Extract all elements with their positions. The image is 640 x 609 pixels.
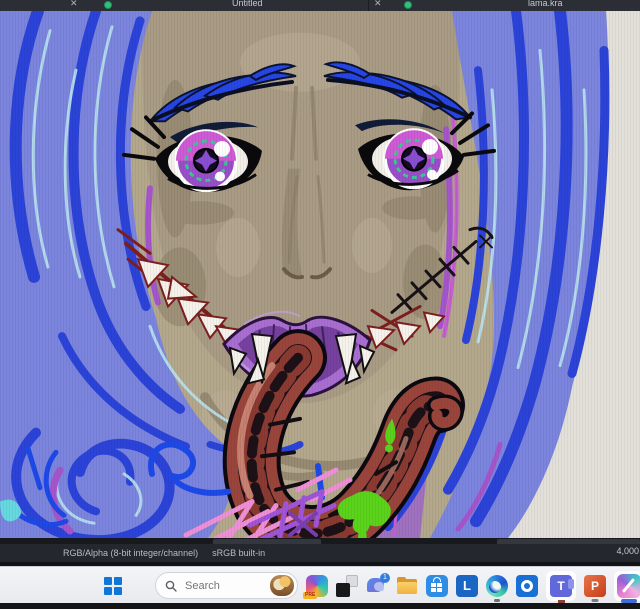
color-profile-label: sRGB built-in	[212, 548, 265, 558]
tab-lama-kra[interactable]: lama.kra	[528, 0, 563, 11]
status-bar: RGB/Alpha (8-bit integer/channel) sRGB b…	[0, 544, 640, 562]
painting-canvas[interactable]	[0, 11, 640, 538]
document-tab-bar: ✕ Untitled ✕ lama.kra	[0, 0, 640, 11]
taskbar-icon-store[interactable]	[426, 575, 448, 597]
tab-separator	[368, 0, 369, 11]
active-app-indicator	[621, 599, 637, 603]
document-icon	[104, 1, 112, 9]
windows-taskbar: PRE 1 L	[0, 566, 640, 603]
taskbar-icon-teams[interactable]: T	[546, 571, 576, 601]
canvas-size-label: 4,000 x	[616, 546, 640, 556]
search-highlight-image[interactable]	[270, 575, 294, 596]
chat-bubble-small-icon	[374, 582, 384, 591]
start-button[interactable]	[104, 577, 122, 595]
folder-front	[397, 582, 417, 594]
tab-close-icon[interactable]: ✕	[70, 0, 78, 11]
folder-tab	[397, 577, 406, 582]
running-indicator	[494, 599, 500, 602]
linkedin-icon: L	[456, 575, 478, 597]
taskbar-icon-edge[interactable]	[486, 575, 508, 597]
taskbar-icon-chat[interactable]: 1	[366, 575, 388, 597]
edge-browser-icon	[486, 575, 508, 597]
squares-app-icon-dark	[336, 583, 350, 597]
document-icon	[404, 1, 412, 9]
taskbar-icon-copilot[interactable]: PRE	[306, 575, 328, 597]
store-bag-icon	[426, 575, 448, 597]
search-input[interactable]	[183, 579, 264, 593]
ring-app-icon	[516, 575, 538, 597]
taskbar-icon-linkedin[interactable]: L	[456, 575, 478, 597]
running-indicator	[592, 599, 599, 602]
taskbar-icon-squares-app[interactable]	[336, 575, 358, 597]
teams-icon: T	[550, 575, 572, 597]
taskbar-icon-krita[interactable]	[614, 571, 640, 601]
artwork-illustration	[0, 11, 640, 538]
copilot-preview-badge: PRE	[303, 592, 317, 599]
powerpoint-icon: P	[584, 575, 606, 597]
taskbar-icon-powerpoint[interactable]: P	[584, 575, 606, 597]
tab-close-icon[interactable]: ✕	[374, 0, 382, 11]
krita-icon	[617, 574, 640, 598]
taskbar-search[interactable]	[155, 572, 298, 599]
tab-untitled[interactable]: Untitled	[232, 0, 263, 11]
monitor-bezel	[0, 603, 640, 609]
chat-notification-badge: 1	[380, 573, 390, 583]
search-icon	[165, 580, 177, 592]
taskbar-icon-file-explorer[interactable]	[396, 575, 418, 597]
taskbar-icon-company-portal[interactable]	[516, 575, 538, 597]
color-mode-label: RGB/Alpha (8-bit integer/channel)	[63, 548, 198, 558]
